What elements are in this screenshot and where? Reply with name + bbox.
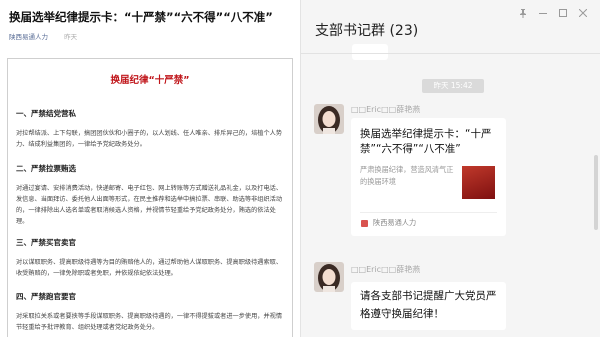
section-heading: 一、严禁结党营私 (16, 109, 76, 118)
card-thumbnail (462, 166, 495, 199)
card-divider (360, 212, 497, 213)
article-pane: 换届选举纪律提示卡：“十严禁”“六不得”“八不准” 陕西易通人力 昨天 换届纪律… (0, 0, 300, 337)
article-source-link[interactable]: 陕西易通人力 (9, 33, 48, 41)
chat-title: 支部书记群 (23) (315, 23, 419, 39)
article-document-image: 换届纪律“十严禁” 一、严禁结党营私 对拉帮结派、上下勾联，搞团团伙伙和小圈子的… (7, 58, 293, 337)
chat-pane: 支部书记群 (23) 昨天 15:42 □□Eric□□薛艳燕 换届选举纪律提示… (301, 0, 600, 337)
message-sender: □□Eric□□薛艳燕 (351, 265, 421, 274)
article-byline: 陕西易通人力 昨天 (9, 31, 77, 41)
section-heading: 三、严禁买官卖官 (16, 238, 76, 247)
shared-article-card[interactable]: 换届选举纪律提示卡：“十严禁”“六不得”“八不准” 严肃换届纪律，营造风清气正的… (351, 118, 506, 236)
message-timestamp: 昨天 15:42 (422, 79, 484, 93)
section-heading: 四、严禁跑官要官 (16, 292, 76, 301)
pin-icon[interactable] (519, 9, 527, 20)
maximize-icon[interactable] (559, 9, 567, 19)
article-title: 换届选举纪律提示卡：“十严禁”“六不得”“八不准” (9, 10, 273, 24)
article-date: 昨天 (64, 33, 78, 41)
section-body: 对采取拉关系或者要挟等手段谋取职务、提高职级待遇的，一律不得提拔或者进一步使用，… (16, 313, 283, 331)
card-source: 陕西易通人力 (373, 218, 417, 227)
avatar[interactable] (314, 104, 344, 134)
card-description: 严肃换届纪律，营造风清气正的换届环境 (360, 165, 454, 186)
section-body: 对以谋取职务、提高职级待遇等为目的贿赂他人的，通过帮助他人谋取职务、提高职级待遇… (16, 259, 283, 277)
section-body: 对拉帮结派、上下勾联，搞团团伙伙和小圈子的，以人划线、任人唯亲、排斥异己的，培植… (16, 130, 283, 148)
section-heading: 二、严禁拉票贿选 (16, 164, 76, 173)
avatar[interactable] (314, 262, 344, 292)
document-heading: 换届纪律“十严禁” (110, 75, 190, 86)
header-divider (301, 53, 600, 54)
message-sender: □□Eric□□薛艳燕 (351, 105, 421, 114)
chat-scrollbar[interactable] (594, 155, 598, 230)
minimize-icon[interactable] (539, 9, 547, 19)
message-text: 请各支部书记提醒广大党员严格遵守换届纪律！ (360, 290, 497, 320)
article-source-icon (361, 220, 368, 227)
card-title: 换届选举纪律提示卡：“十严禁”“六不得”“八不准” (360, 128, 492, 155)
previous-message-bubble[interactable] (352, 44, 388, 60)
close-icon[interactable] (578, 8, 588, 19)
text-message-bubble[interactable]: 请各支部书记提醒广大党员严格遵守换届纪律！ (351, 282, 506, 330)
section-body: 对通过宴请、安排消费活动，快递邮寄、电子红包、网上转账等方式赠送礼品礼金，以及打… (16, 185, 283, 225)
